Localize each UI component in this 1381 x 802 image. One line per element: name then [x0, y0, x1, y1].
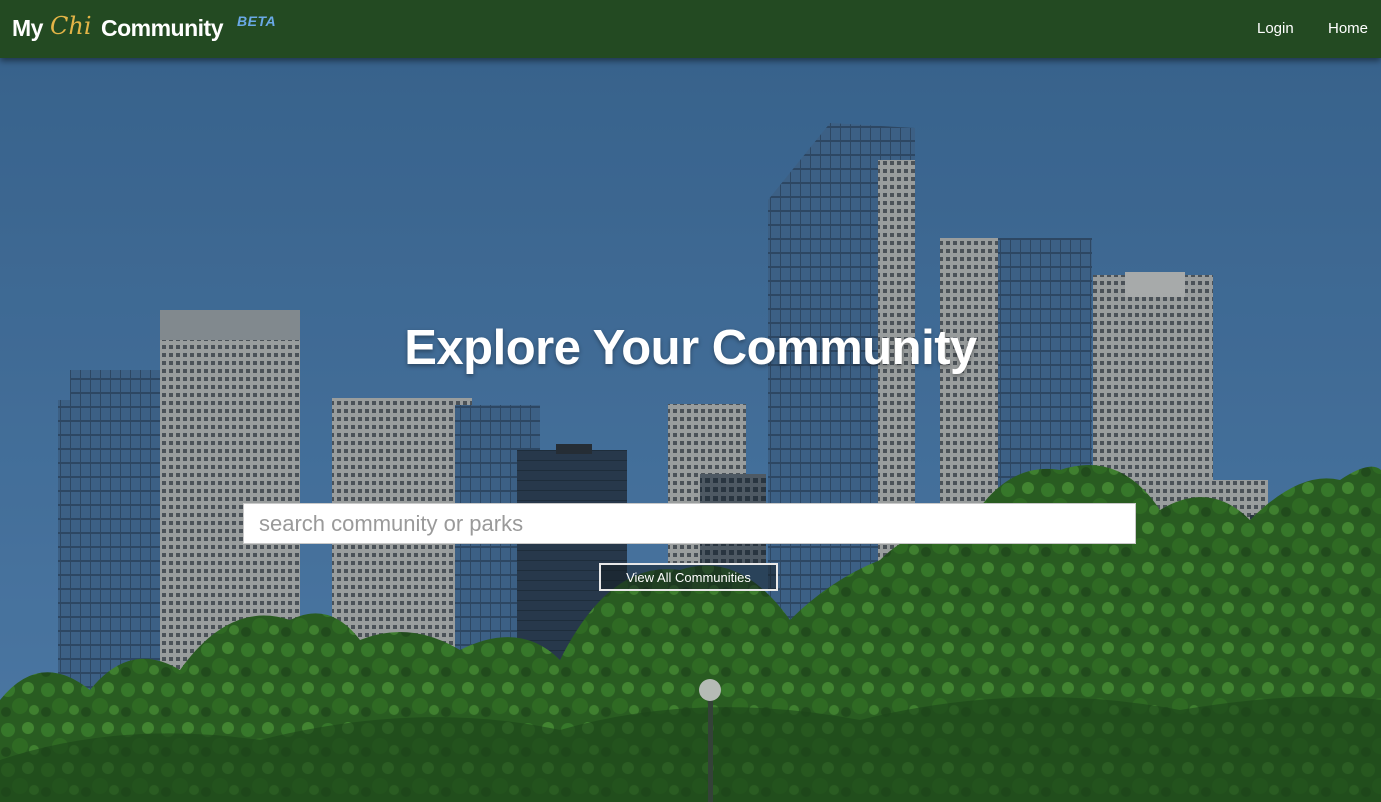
brand-community-text: Community [101, 15, 224, 41]
brand-my-text: My [12, 15, 43, 41]
hero-title: Explore Your Community [404, 321, 977, 375]
city-skyline-background-image [0, 0, 1381, 802]
view-all-communities-button[interactable]: View All Communities [599, 563, 778, 591]
nav-home-link[interactable]: Home [1328, 20, 1368, 37]
brand-chi-text: Chi [50, 12, 92, 40]
hero-section: Explore Your Community View All Communit… [0, 0, 1381, 802]
top-navbar: My Chi Community BETA Login Home [0, 0, 1381, 58]
search-input[interactable] [243, 503, 1136, 544]
nav-login-link[interactable]: Login [1257, 20, 1294, 37]
beta-badge: BETA [237, 13, 277, 29]
